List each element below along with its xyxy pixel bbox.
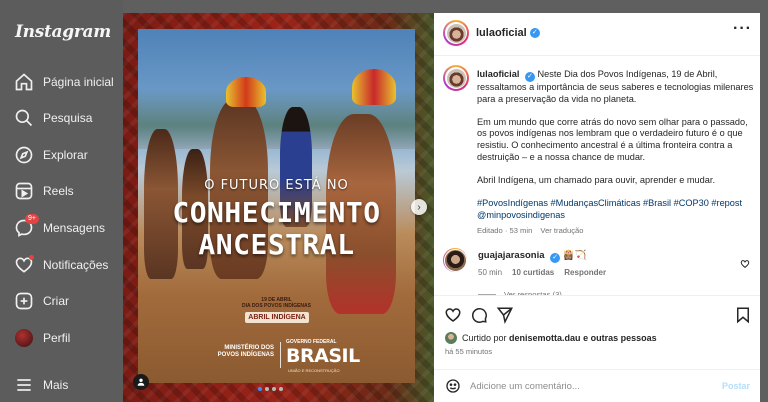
sidebar-item-label: Página inicial [43, 75, 114, 89]
carousel-dot [279, 387, 283, 391]
sidebar-item-messages[interactable]: 9+ Mensagens [14, 214, 106, 240]
image-date: 19 DE ABRIL DIA DOS POVOS INDÍGENAS [138, 297, 415, 309]
sidebar-item-label: Criar [43, 294, 69, 308]
caption-paragraph-1: Neste Dia dos Povos Indígenas, 19 de Abr… [477, 69, 754, 104]
comment-icon[interactable] [470, 306, 488, 324]
image-pill: ABRIL INDÍGENA [245, 312, 309, 323]
comment-text: 👸🏽🏹 [562, 250, 587, 261]
notification-dot [29, 255, 34, 260]
sidebar-item-more[interactable]: Mais [14, 373, 68, 397]
caption-username[interactable]: lulaoficial [477, 69, 519, 79]
instagram-logo[interactable]: Instagram [15, 22, 111, 42]
sidebar-item-notifications[interactable]: Notificações [14, 253, 108, 277]
comment-input[interactable] [470, 378, 700, 394]
post-image[interactable]: O FUTURO ESTÁ NO CONHECIMENTO ANCESTRAL … [138, 29, 415, 383]
search-icon [14, 108, 34, 128]
headdress [226, 77, 266, 107]
logo-divider [280, 342, 281, 368]
caption-paragraph-2: Em um mundo que corre atrás do novo sem … [477, 116, 748, 162]
sidebar-item-label: Explorar [43, 148, 88, 162]
post-details-panel: lulaoficial ✓ ··· lulaoficial ✓ Neste Di… [434, 13, 760, 402]
post-actions: Curtido por denisemotta.dau e outras pes… [434, 295, 760, 356]
unread-badge: 9+ [25, 214, 39, 224]
sidebar-item-label: Pesquisa [43, 111, 93, 125]
carousel-dot [265, 387, 269, 391]
verified-badge-icon: ✓ [550, 253, 561, 263]
emoji-icon[interactable] [445, 378, 461, 394]
reels-icon [14, 181, 34, 201]
carousel-dot [258, 387, 262, 391]
sidebar-item-create[interactable]: Criar [14, 289, 69, 313]
sidebar-item-label: Mensagens [43, 221, 106, 235]
brasil-logo: BRASIL [286, 345, 360, 367]
caption-hashtags[interactable]: #PovosIndígenas #MudançasClimáticas #Bra… [477, 198, 759, 221]
sidebar-item-label: Reels [43, 184, 74, 198]
brasil-tagline: UNIÃO E RECONSTRUÇÃO [288, 368, 340, 373]
reply-button[interactable]: Responder [564, 268, 606, 277]
tagged-users-icon[interactable] [133, 374, 149, 390]
liked-by-others[interactable]: e outras pessoas [583, 333, 657, 343]
compass-icon [14, 145, 34, 165]
caption-paragraph-3: Abril Indígena, um chamado para ouvir, a… [477, 174, 715, 185]
messenger-icon: 9+ [14, 214, 39, 238]
sidebar: Instagram Página inicial Pesquisa Explor… [0, 0, 123, 402]
comment-likes[interactable]: 10 curtidas [512, 268, 554, 277]
image-title-line1: CONHECIMENTO [172, 196, 381, 229]
ministry-logo: MINISTÉRIO DOS POVOS INDÍGENAS [217, 345, 274, 358]
edited-time: Editado · 53 min [477, 226, 533, 236]
share-icon[interactable] [496, 306, 514, 324]
likes-summary: Curtido por denisemotta.dau e outras pes… [445, 332, 657, 344]
see-translation-link[interactable]: Ver tradução [540, 226, 583, 235]
author-avatar[interactable] [443, 20, 469, 46]
plus-square-icon [14, 291, 34, 311]
headdress [352, 69, 396, 105]
like-icon[interactable] [444, 306, 462, 324]
avatar [14, 328, 34, 348]
save-icon[interactable] [734, 306, 752, 324]
image-subtitle: O FUTURO ESTÁ NO [204, 178, 349, 193]
sidebar-item-label: Notificações [43, 258, 109, 272]
sidebar-item-search[interactable]: Pesquisa [14, 106, 92, 130]
caption-avatar[interactable] [443, 65, 469, 91]
chevron-right-icon: › [417, 201, 421, 213]
sidebar-item-explore[interactable]: Explorar [14, 143, 88, 167]
next-image-button[interactable]: › [411, 199, 427, 215]
sidebar-item-reels[interactable]: Reels [14, 179, 74, 203]
author-username[interactable]: lulaoficial [476, 27, 527, 39]
carousel-dot [272, 387, 276, 391]
post-header: lulaoficial ✓ [443, 19, 752, 47]
liked-by-prefix: Curtido por [462, 333, 507, 343]
comment-username[interactable]: guajajarasonia [478, 250, 545, 261]
liked-by-user[interactable]: denisemotta.dau [509, 333, 581, 343]
image-title-line2: ANCESTRAL [198, 228, 355, 261]
liker-avatar[interactable] [445, 332, 457, 344]
verified-badge-icon: ✓ [529, 28, 540, 38]
menu-icon [14, 375, 34, 395]
comment-like-icon[interactable] [740, 256, 750, 274]
sidebar-item-profile[interactable]: Perfil [14, 326, 70, 350]
sidebar-item-home[interactable]: Página inicial [14, 70, 114, 94]
heart-icon [14, 255, 34, 275]
caption-meta: Editado · 53 min Ver tradução [477, 225, 759, 237]
overlay-edge [760, 0, 768, 402]
post-time: há 55 minutos [445, 347, 493, 356]
verified-badge-icon: ✓ [524, 72, 535, 82]
more-options-icon[interactable]: ··· [733, 20, 752, 38]
sidebar-item-label: Perfil [43, 331, 71, 345]
post-comment-button[interactable]: Postar [722, 381, 750, 391]
image-date-line2: DIA DOS POVOS INDÍGENAS [242, 303, 311, 309]
sidebar-item-label: Mais [43, 378, 69, 392]
header-divider [434, 55, 760, 56]
home-icon [14, 72, 34, 92]
comment-time: 50 min [478, 268, 503, 277]
add-comment-bar: Postar [434, 369, 760, 402]
carousel-dots [258, 387, 283, 391]
comment-avatar[interactable] [443, 248, 467, 272]
